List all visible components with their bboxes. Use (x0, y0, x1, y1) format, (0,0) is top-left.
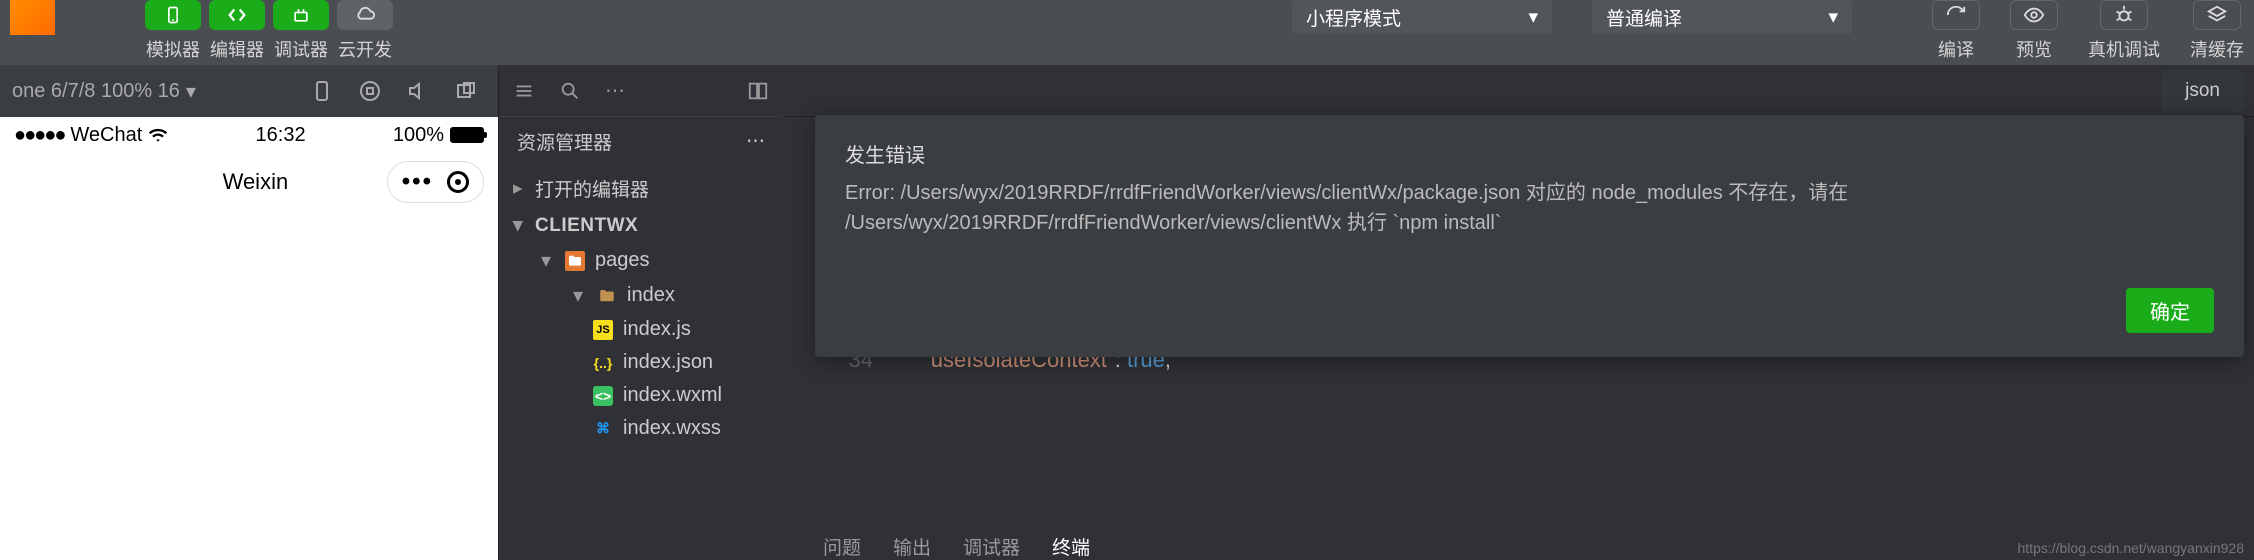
cloud-label: 云开发 (338, 36, 392, 62)
layers-icon (2193, 0, 2241, 30)
compile-button[interactable]: 编译 (1932, 0, 1980, 62)
debugger-button[interactable]: 调试器 (273, 0, 329, 62)
tab-terminal[interactable]: 终端 (1052, 533, 1090, 560)
preview-button[interactable]: 预览 (2010, 0, 2058, 62)
cloud-button[interactable]: 云开发 (337, 0, 393, 62)
explorer-title: 资源管理器 (517, 128, 612, 155)
device-selector[interactable]: one 6/7/8 100% 16 ▾ (12, 79, 196, 104)
device-icon[interactable] (302, 71, 342, 111)
status-bar: ●●●●● WeChat 16:32 100% (0, 117, 498, 153)
battery-label: 100% (393, 124, 444, 147)
chevron-down-icon: ▾ (513, 214, 527, 237)
js-icon: JS (593, 320, 613, 340)
wifi-icon (148, 125, 168, 145)
battery-icon (450, 127, 484, 143)
simulator-button[interactable]: 模拟器 (145, 0, 201, 62)
file-tree: ▸ 打开的编辑器 ▾ CLIENTWX ▾ pages ▾ index JS i… (499, 165, 783, 449)
folder-icon (565, 251, 585, 271)
simulator-label: 模拟器 (146, 36, 200, 62)
clear-cache-label: 清缓存 (2190, 36, 2244, 62)
more-icon[interactable]: ⋯ (605, 78, 625, 103)
file-index-wxml[interactable]: <> index.wxml (499, 379, 783, 412)
remote-debug-button[interactable]: 真机调试 (2088, 0, 2160, 62)
error-dialog: 发生错误 Error: /Users/wyx/2019RRDF/rrdfFrie… (815, 115, 2244, 357)
remote-debug-label: 真机调试 (2088, 36, 2160, 62)
open-editors-section[interactable]: ▸ 打开的编辑器 (499, 169, 783, 208)
explorer-header: 资源管理器 ⋯ (499, 117, 783, 165)
avatar (10, 0, 55, 35)
main-area: one 6/7/8 100% 16 ▾ ●●●●● WeChat 16:32 1… (0, 65, 2254, 560)
sidebar-icon-row: ⋯ (499, 65, 783, 117)
nav-bar: Weixin ••• (0, 153, 498, 211)
signal-icon: ●●●●● (14, 124, 64, 147)
chevron-down-icon: ▾ (541, 248, 555, 273)
debugger-icon (273, 0, 329, 30)
chevron-right-icon: ▸ (513, 177, 527, 200)
tab-json[interactable]: json (2161, 70, 2244, 112)
file-index-wxss[interactable]: ⌘ index.wxss (499, 412, 783, 445)
ok-button[interactable]: 确定 (2126, 288, 2214, 333)
file-index-js[interactable]: JS index.js (499, 313, 783, 346)
mode-label: 小程序模式 (1306, 4, 1401, 31)
debugger-label: 调试器 (274, 36, 328, 62)
cloud-icon (337, 0, 393, 30)
simulator-header: one 6/7/8 100% 16 ▾ (0, 65, 498, 117)
simulator-panel: one 6/7/8 100% 16 ▾ ●●●●● WeChat 16:32 1… (0, 65, 498, 560)
chevron-down-icon: ▾ (186, 79, 196, 104)
compile-mode-select[interactable]: 普通编译 ▾ (1592, 0, 1852, 34)
compile-mode-label: 普通编译 (1606, 4, 1682, 31)
chevron-down-icon: ▾ (1828, 6, 1838, 29)
right-tool-group: 编译 预览 真机调试 清缓存 (1932, 0, 2244, 62)
clear-cache-button[interactable]: 清缓存 (2190, 0, 2244, 62)
preview-label: 预览 (2016, 36, 2052, 62)
tab-output[interactable]: 输出 (893, 533, 931, 560)
search-icon[interactable] (559, 80, 581, 102)
chevron-down-icon: ▾ (1528, 6, 1538, 29)
wxml-icon: <> (593, 386, 613, 406)
mute-icon[interactable] (398, 71, 438, 111)
time-label: 16:32 (168, 124, 393, 147)
watermark: https://blog.csdn.net/wangyanxin928 (2018, 540, 2245, 556)
error-body: Error: /Users/wyx/2019RRDF/rrdfFriendWor… (845, 178, 2214, 238)
split-icon[interactable] (747, 80, 769, 102)
phone-icon (145, 0, 201, 30)
editor-area: json 34 "useIsolateContext" : true , 问题 … (783, 65, 2254, 560)
more-icon[interactable]: ⋯ (746, 130, 765, 153)
target-icon (447, 171, 469, 193)
compile-label: 编译 (1938, 36, 1974, 62)
explorer-sidebar: ⋯ 资源管理器 ⋯ ▸ 打开的编辑器 ▾ CLIENTWX ▾ pages (498, 65, 783, 560)
stop-icon[interactable] (350, 71, 390, 111)
refresh-icon (1932, 0, 1980, 30)
file-index-json[interactable]: {..} index.json (499, 346, 783, 379)
editor-button[interactable]: 编辑器 (209, 0, 265, 62)
wxss-icon: ⌘ (593, 419, 613, 439)
list-icon[interactable] (513, 80, 535, 102)
editor-label: 编辑器 (210, 36, 264, 62)
bug-icon (2100, 0, 2148, 30)
chevron-down-icon: ▾ (573, 283, 587, 308)
top-toolbar: 模拟器 编辑器 调试器 云开发 小程序模式 ▾ 普通编译 ▾ 编译 预览 (0, 0, 2254, 65)
project-section[interactable]: ▾ CLIENTWX (499, 208, 783, 243)
folder-icon (597, 286, 617, 306)
panel-tabs: 问题 输出 调试器 终端 (823, 533, 1090, 560)
error-title: 发生错误 (845, 139, 2214, 168)
carrier-label: WeChat (70, 124, 142, 147)
eye-icon (2010, 0, 2058, 30)
menu-icon: ••• (402, 168, 433, 196)
tab-problems[interactable]: 问题 (823, 533, 861, 560)
json-icon: {..} (593, 353, 613, 373)
tab-debugger[interactable]: 调试器 (963, 533, 1020, 560)
code-icon (209, 0, 265, 30)
page-title: Weixin (14, 169, 387, 195)
left-tool-group: 模拟器 编辑器 调试器 云开发 (145, 0, 393, 62)
folder-index[interactable]: ▾ index (499, 278, 783, 313)
popout-icon[interactable] (446, 71, 486, 111)
editor-tabs: json (783, 65, 2254, 117)
simulator-screen: ●●●●● WeChat 16:32 100% Weixin ••• (0, 117, 498, 560)
capsule-button[interactable]: ••• (387, 161, 484, 203)
folder-pages[interactable]: ▾ pages (499, 243, 783, 278)
mode-select[interactable]: 小程序模式 ▾ (1292, 0, 1552, 34)
